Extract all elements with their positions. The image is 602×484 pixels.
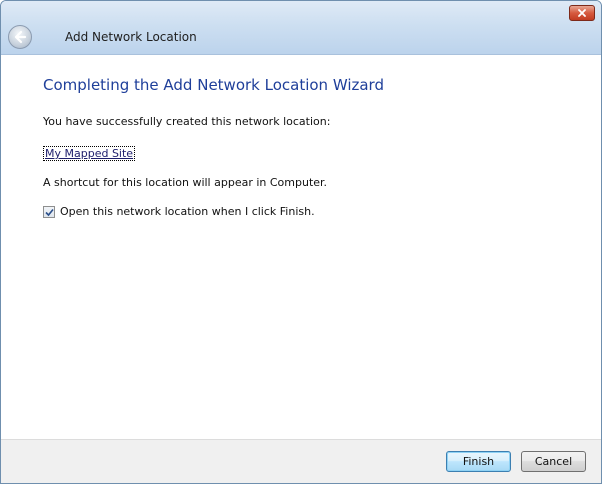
network-location-link[interactable]: My Mapped Site <box>43 146 136 161</box>
shortcut-message: A shortcut for this location will appear… <box>43 176 328 189</box>
success-message: You have successfully created this netwo… <box>43 115 331 128</box>
title-bar: Add Network Location <box>1 1 601 55</box>
window-title: Add Network Location <box>65 30 197 44</box>
checkmark-icon <box>45 208 54 217</box>
back-arrow-icon <box>14 30 27 44</box>
open-location-checkbox[interactable] <box>43 206 55 218</box>
wizard-heading: Completing the Add Network Location Wiza… <box>43 76 384 94</box>
finish-button[interactable]: Finish <box>446 451 511 472</box>
close-button[interactable] <box>569 5 595 21</box>
cancel-button[interactable]: Cancel <box>521 451 586 472</box>
close-icon <box>578 9 586 17</box>
back-button[interactable] <box>8 25 32 49</box>
button-bar: Finish Cancel <box>1 439 601 483</box>
wizard-window: Add Network Location Completing the Add … <box>0 0 602 484</box>
open-location-label[interactable]: Open this network location when I click … <box>60 205 315 218</box>
